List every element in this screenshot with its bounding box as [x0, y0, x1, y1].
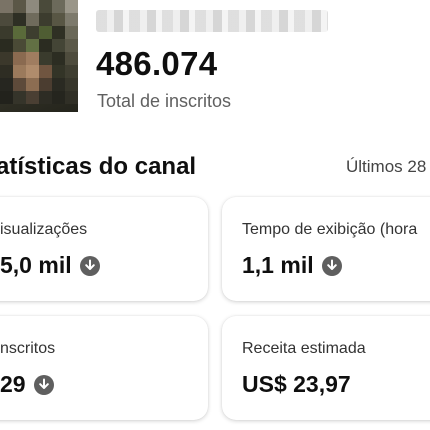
arrow-down-circle-icon: [79, 255, 100, 276]
stat-value-row: 5,0 mil: [0, 250, 100, 280]
stat-value: 1,1 mil: [242, 252, 314, 278]
stat-card-subscribers[interactable]: nscritos 29: [0, 316, 208, 420]
arrow-down-circle-icon: [33, 374, 54, 395]
stat-value: 29: [0, 371, 26, 397]
stat-card-views[interactable]: isualizações 5,0 mil: [0, 197, 208, 301]
stat-label: Receita estimada: [242, 340, 366, 357]
stat-value-row: 29: [0, 369, 54, 399]
channel-dashboard: 486.074 Total de inscritos atísticas do …: [0, 0, 430, 430]
stat-value: US$ 23,97: [242, 371, 351, 397]
stat-value-row: US$ 23,97: [242, 369, 351, 399]
channel-stats-title: atísticas do canal: [0, 153, 197, 180]
subscriber-label: Total de inscritos: [97, 91, 232, 111]
stat-label: nscritos: [0, 340, 56, 357]
subscriber-count: 486.074: [96, 45, 218, 82]
stat-card-revenue[interactable]: Receita estimada US$ 23,97: [222, 316, 430, 420]
stat-label: Tempo de exibição (hora: [242, 221, 418, 238]
channel-avatar[interactable]: [0, 0, 78, 112]
channel-name-redacted: [96, 10, 328, 32]
stat-card-watch-time[interactable]: Tempo de exibição (hora 1,1 mil: [222, 197, 430, 301]
stat-value: 5,0 mil: [0, 252, 72, 278]
period-selector[interactable]: Últimos 28: [346, 155, 426, 179]
arrow-down-circle-icon: [321, 255, 342, 276]
stat-value-row: 1,1 mil: [242, 250, 342, 280]
stat-label: isualizações: [0, 221, 88, 238]
